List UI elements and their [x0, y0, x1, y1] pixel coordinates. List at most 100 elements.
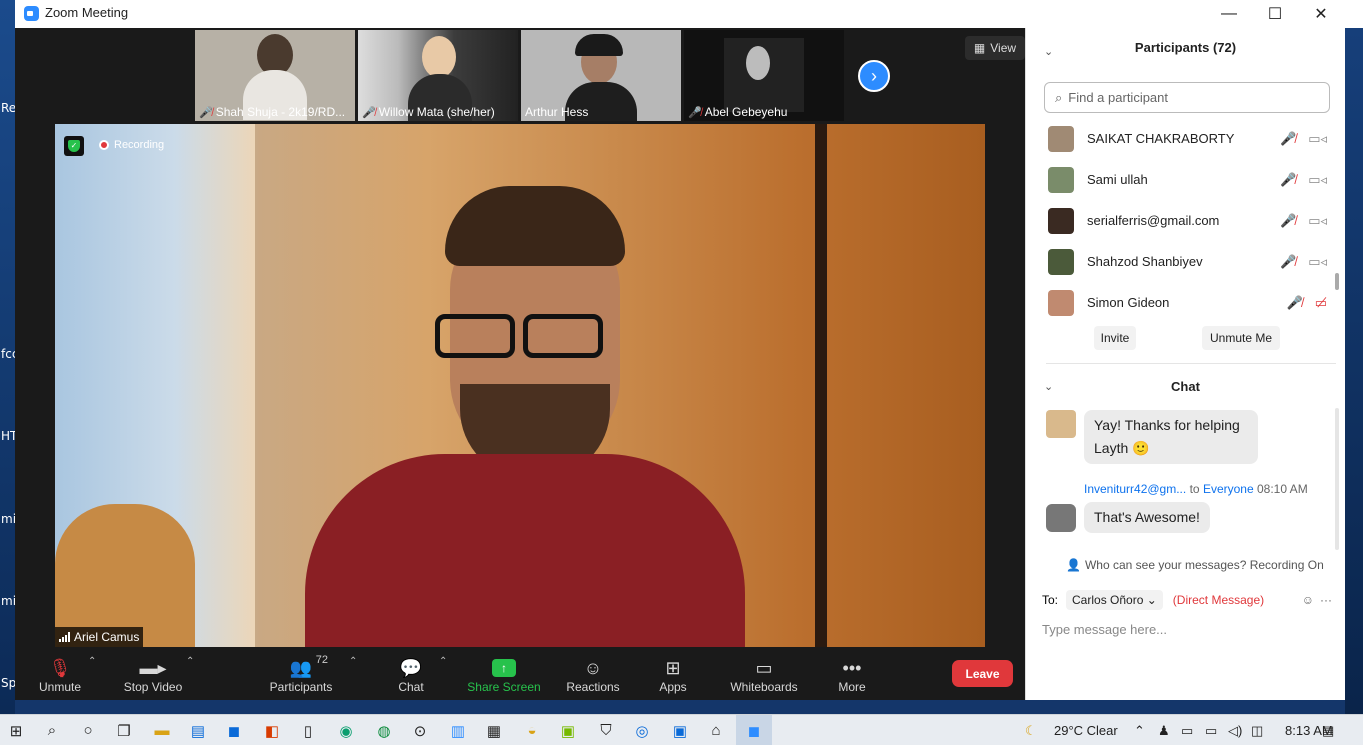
ime-icon[interactable]: ◫ — [1251, 715, 1263, 745]
search-placeholder: Find a participant — [1068, 90, 1169, 105]
whatsapp-icon[interactable]: ◍ — [372, 715, 396, 745]
glasses-left — [435, 314, 515, 358]
app-icon[interactable]: ◼ — [222, 715, 246, 745]
participant-list: SAIKAT CHAKRABORTY 🎤̸ ▭◃ Sami ullah 🎤̸ ▭◃ … — [1026, 118, 1345, 323]
chat-message-header: Inveniturr42@gm... to Everyone 08:10 AM — [1084, 482, 1308, 496]
unmute-label: Unmute — [38, 680, 82, 694]
share-screen-label: Share Screen — [467, 680, 541, 694]
security-shield-icon[interactable]: ✓ — [64, 136, 84, 156]
security-shield-icon[interactable]: ⛉ — [594, 715, 618, 745]
calculator-icon[interactable]: ▦ — [482, 715, 506, 745]
cortana-circle-icon[interactable]: ○ — [76, 715, 100, 745]
chat-message-input[interactable]: Type message here... — [1042, 622, 1167, 637]
chat-scrollbar[interactable] — [1335, 408, 1339, 550]
notepad-icon[interactable]: ▯ — [296, 715, 320, 745]
search-icon[interactable]: ⌕ — [40, 715, 64, 745]
unmute-button[interactable]: 🎙 Unmute — [37, 647, 83, 700]
start-windows-icon[interactable]: ⊞ — [4, 715, 28, 745]
stop-video-button[interactable]: ▬▸ Stop Video — [122, 647, 184, 700]
app-icon[interactable]: ◎ — [630, 715, 654, 745]
more-dots-icon: ••• — [842, 657, 862, 678]
participant-tile[interactable]: 🎤̸ Abel Gebeyehu — [684, 30, 844, 121]
participants-panel-title: Participants (72) — [1134, 40, 1237, 55]
avatar — [1048, 207, 1074, 234]
muted-mic-icon: 🎤̸ — [1280, 130, 1297, 146]
unmute-me-button[interactable]: Unmute Me — [1202, 326, 1280, 350]
participant-row[interactable]: Shahzod Shanbiyev 🎤̸ ▭◃ — [1026, 241, 1345, 282]
file-explorer-icon[interactable]: ▬ — [150, 715, 174, 745]
app-icon[interactable]: ⊙ — [408, 715, 432, 745]
participant-row[interactable]: Sami ullah 🎤̸ ▭◃ — [1026, 159, 1345, 200]
maximize-button[interactable]: ☐ — [1252, 0, 1298, 28]
participant-search-input[interactable]: ⌕ Find a participant — [1044, 82, 1330, 113]
desktop-icon-label: mi — [1, 594, 17, 608]
reactions-button[interactable]: ☺ Reactions — [565, 647, 621, 700]
nvidia-icon[interactable]: ▣ — [556, 715, 580, 745]
participants-label: Participants — [269, 680, 333, 694]
zoom-app-icon — [24, 6, 39, 21]
weather-text[interactable]: 29°C Clear — [1054, 715, 1118, 745]
participants-button[interactable]: 👥 72 Participants — [268, 647, 334, 700]
person-icon: 👤 — [1066, 558, 1081, 572]
view-label: View — [990, 41, 1017, 55]
task-view-icon[interactable]: ❐ — [112, 715, 136, 745]
meeting-toolbar: 🎙 Unmute ⌃ ▬▸ Stop Video ⌃ 👥 72 Participa… — [15, 647, 1025, 700]
desktop-background-right — [1345, 28, 1363, 714]
edge-browser-icon[interactable]: ◉ — [334, 715, 358, 745]
direct-message-label: (Direct Message) — [1172, 593, 1265, 607]
people-icon[interactable]: ♟ — [1158, 715, 1170, 745]
app-icon[interactable]: ⌂ — [704, 715, 728, 745]
share-screen-button[interactable]: ↑ Share Screen — [467, 647, 541, 700]
participant-row[interactable]: SAIKAT CHAKRABORTY 🎤̸ ▭◃ — [1026, 118, 1345, 159]
participant-tile[interactable]: 🎤̸ Willow Mata (she/her) — [358, 30, 518, 121]
participants-options-caret-icon[interactable]: ⌃ — [349, 656, 357, 667]
battery-icon[interactable]: ▭ — [1205, 715, 1217, 745]
app-icon[interactable]: ◒ — [520, 715, 544, 745]
chat-options-caret-icon[interactable]: ⌃ — [439, 656, 447, 667]
network-icon[interactable]: ▭ — [1181, 715, 1193, 745]
recording-indicator[interactable]: Recording — [99, 136, 164, 154]
view-button[interactable]: ▦ View — [965, 36, 1025, 60]
whiteboards-button[interactable]: ▭ Whiteboards — [727, 647, 801, 700]
emoji-icon[interactable]: ☺ — [1302, 593, 1314, 607]
app-icon[interactable]: ▥ — [446, 715, 470, 745]
app-icon[interactable]: ▣ — [668, 715, 692, 745]
chat-panel-title: Chat — [1171, 379, 1200, 394]
participant-row[interactable]: serialferris@gmail.com 🎤̸ ▭◃ — [1026, 200, 1345, 241]
recipient-select[interactable]: Carlos Oñoro ⌄ — [1066, 590, 1163, 610]
next-page-button[interactable]: › — [858, 60, 890, 92]
muted-mic-icon: 🎤̸ — [1280, 212, 1297, 228]
participant-tile[interactable]: Arthur Hess — [521, 30, 681, 121]
video-options-caret-icon[interactable]: ⌃ — [186, 656, 194, 667]
office-icon[interactable]: ◧ — [260, 715, 284, 745]
participant-tile-name: Arthur Hess — [525, 105, 589, 119]
chat-sender[interactable]: Inveniturr42@gm... — [1084, 482, 1186, 496]
participant-row[interactable]: Simon Gideon 🎤̸ ▭̸ — [1026, 282, 1345, 323]
message-visibility-note[interactable]: 👤 Who can see your messages? Recording O… — [1066, 558, 1324, 572]
more-button[interactable]: ••• More — [834, 647, 870, 700]
speaker-hair — [445, 186, 625, 266]
chat-button[interactable]: 💬 Chat — [394, 647, 428, 700]
volume-icon[interactable]: ◁) — [1228, 715, 1242, 745]
minimize-button[interactable]: — — [1206, 0, 1252, 28]
leave-button[interactable]: Leave — [952, 660, 1013, 687]
close-button[interactable]: ✕ — [1298, 0, 1344, 28]
invite-button[interactable]: Invite — [1094, 326, 1136, 350]
notification-icon[interactable]: ▤ — [1322, 715, 1334, 745]
more-label: More — [838, 680, 866, 694]
tray-expand-icon[interactable]: ⌃ — [1134, 715, 1145, 745]
reactions-label: Reactions — [566, 680, 620, 694]
muted-mic-icon: 🎙 — [48, 657, 72, 678]
store-icon[interactable]: ▤ — [186, 715, 210, 745]
participant-list-scrollbar[interactable] — [1335, 273, 1339, 290]
recipient-name: Carlos Oñoro — [1072, 593, 1144, 607]
zoom-taskbar-icon[interactable]: ◼ — [736, 715, 772, 745]
video-camera-icon: ▭◃ — [1308, 253, 1327, 269]
active-speaker-video: ✓ Recording Ariel Camus — [55, 124, 985, 647]
muted-mic-icon: 🎤̸ — [1286, 294, 1303, 310]
participant-tile[interactable]: 🎤̸ Shah Shuja - 2k19/RD... — [195, 30, 355, 121]
participant-video — [422, 36, 456, 78]
more-dots-icon[interactable]: ··· — [1320, 593, 1332, 607]
apps-button[interactable]: ⊞ Apps — [655, 647, 691, 700]
audio-options-caret-icon[interactable]: ⌃ — [88, 656, 96, 667]
